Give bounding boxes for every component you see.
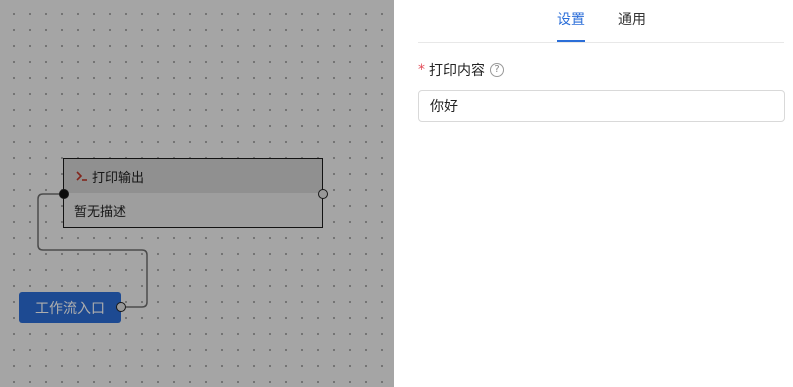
drawer-tabs: 设置 通用 [418,0,784,43]
print-output-node[interactable]: 打印输出 暂无描述 [63,158,323,228]
required-mark: * [418,62,425,78]
terminal-icon [74,168,90,184]
field-label-text: 打印内容 [429,63,485,79]
print-node-output-port[interactable] [318,189,328,199]
print-node-input-port[interactable] [59,189,69,199]
workflow-canvas[interactable]: 打印输出 暂无描述 工作流入口 [0,0,394,387]
question-circle-icon[interactable]: ? [490,63,504,77]
tab-settings[interactable]: 设置 [557,0,585,42]
print-content-input[interactable] [418,90,785,122]
settings-drawer: 设置 通用 * 打印内容 ? [394,0,793,387]
entry-node-output-port[interactable] [116,302,126,312]
print-content-label: * 打印内容 ? [418,60,504,80]
node-description: 暂无描述 [64,193,322,227]
node-title: 打印输出 [92,170,145,186]
entry-node-label: 工作流入口 [35,300,105,317]
tab-general[interactable]: 通用 [618,0,646,42]
node-header: 打印输出 [64,159,322,193]
workflow-entry-node[interactable]: 工作流入口 [19,292,121,323]
node-description-text: 暂无描述 [74,204,127,220]
